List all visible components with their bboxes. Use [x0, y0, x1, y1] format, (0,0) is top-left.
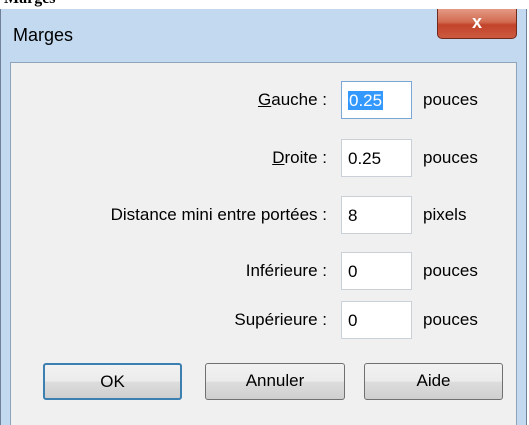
cancel-button[interactable]: Annuler	[205, 363, 345, 400]
staff-distance-label: Distance mini entre portées :	[110, 205, 327, 224]
bottom-margin-row: Inférieure : 0 pouces	[11, 252, 518, 290]
top-margin-row: Supérieure : 0 pouces	[11, 301, 518, 339]
left-margin-label: Gauche :	[258, 90, 327, 110]
ok-button[interactable]: OK	[43, 363, 182, 400]
bottom-margin-input[interactable]: 0	[341, 252, 412, 290]
accesskey: G	[258, 90, 272, 109]
bottom-margin-label: Inférieure :	[245, 261, 327, 280]
left-margin-input[interactable]: 0.25	[341, 81, 412, 119]
left-margin-row: Gauche : 0.25 pouces	[11, 81, 518, 119]
bottom-margin-unit: pouces	[423, 261, 478, 280]
right-margin-label: Droite :	[272, 148, 327, 168]
help-button[interactable]: Aide	[364, 363, 503, 400]
staff-distance-row: Distance mini entre portées : 8 pixels	[11, 196, 518, 234]
dialog-title: Marges	[13, 25, 74, 45]
dialog-body: Gauche : 0.25 pouces Droite : 0.25 pouce…	[10, 62, 517, 425]
right-margin-input[interactable]: 0.25	[341, 139, 412, 177]
close-button[interactable]: x	[437, 9, 517, 39]
label-text: roite :	[284, 148, 327, 167]
label-text: auche :	[271, 90, 327, 109]
top-margin-input[interactable]: 0	[341, 301, 412, 339]
margins-dialog: Marges x Gauche : 0.25 pouces Droite : 0…	[0, 9, 527, 425]
top-margin-unit: pouces	[423, 310, 478, 329]
staff-distance-input[interactable]: 8	[341, 196, 412, 234]
right-margin-unit: pouces	[423, 148, 478, 167]
left-margin-unit: pouces	[423, 90, 478, 109]
staff-distance-unit: pixels	[423, 205, 467, 224]
document-caption: Marges	[0, 0, 529, 9]
close-icon: x	[471, 12, 482, 32]
caption-text: Marges	[4, 0, 56, 8]
accesskey: D	[272, 148, 285, 167]
selected-value: 0.25	[348, 91, 384, 110]
top-margin-label: Supérieure :	[234, 310, 327, 329]
right-margin-row: Droite : 0.25 pouces	[11, 139, 518, 177]
